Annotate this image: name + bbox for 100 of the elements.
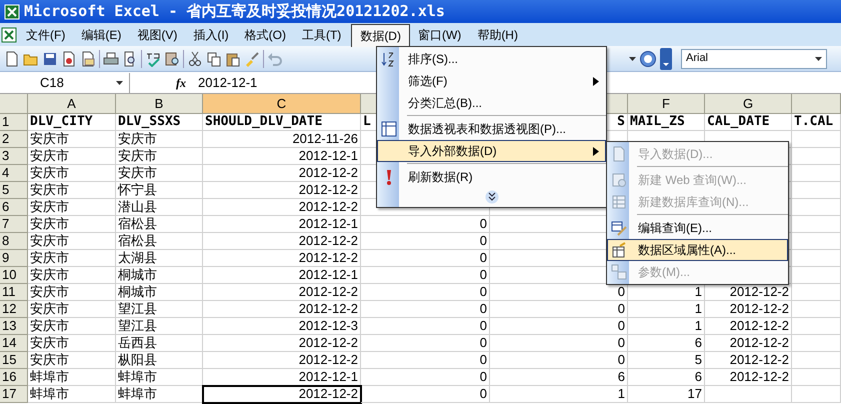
menu-item[interactable]: 编辑查询(E)... — [607, 217, 788, 239]
column-header[interactable]: A — [28, 94, 116, 114]
table-cell: 安庆市 — [116, 131, 203, 148]
table-cell: 2012-12-1 — [203, 369, 361, 386]
menu-item[interactable]: 帮助(H) — [469, 24, 526, 45]
menu-item[interactable]: 格式(O) — [236, 24, 294, 45]
table-cell: 2012-12-2 — [203, 335, 361, 352]
row-header[interactable]: 6 — [0, 199, 28, 216]
row-header[interactable]: 3 — [0, 148, 28, 165]
table-cell: 0 — [490, 301, 628, 318]
row-header[interactable]: 5 — [0, 182, 28, 199]
menu-item[interactable]: 刷新数据(R) — [377, 166, 606, 188]
menu-item: 参数(M)... — [607, 261, 788, 283]
table-cell: 宿松县 — [116, 233, 203, 250]
table-cell: 安庆市 — [28, 284, 116, 301]
table-cell: 2012-12-2 — [203, 284, 361, 301]
table-cell: 2012-11-26 — [203, 131, 361, 148]
row-header[interactable]: 2 — [0, 131, 28, 148]
row-header[interactable]: 9 — [0, 250, 28, 267]
table-cell: 安庆市 — [28, 250, 116, 267]
table-cell: 0 — [361, 250, 490, 267]
table-cell: 0 — [361, 318, 490, 335]
row-header[interactable]: 17 — [0, 386, 28, 403]
table-cell: 2012-12-2 — [203, 182, 361, 199]
row-header[interactable]: 10 — [0, 267, 28, 284]
column-header[interactable]: F — [628, 94, 705, 114]
table-cell: 蚌埠市 — [116, 369, 203, 386]
menu-item[interactable]: 文件(F) — [18, 24, 74, 45]
table-cell: 蚌埠市 — [28, 386, 116, 403]
menu-item[interactable]: 导入外部数据(D) — [377, 140, 606, 162]
menu-item[interactable]: 编辑(E) — [73, 24, 130, 45]
table-cell: 宿松县 — [116, 216, 203, 233]
table-cell: 0 — [490, 335, 628, 352]
row-header[interactable]: 1 — [0, 114, 28, 131]
table-cell: 5 — [628, 352, 705, 369]
menu-item[interactable]: 排序(S)... — [377, 48, 606, 70]
table-cell: 2012-12-2 — [203, 165, 361, 182]
table-cell: 太湖县 — [116, 250, 203, 267]
row-header[interactable]: 13 — [0, 318, 28, 335]
table-cell: 怀宁县 — [116, 182, 203, 199]
table-cell: 安庆市 — [28, 301, 116, 318]
table-cell: 蚌埠市 — [116, 386, 203, 403]
column-header[interactable]: B — [116, 94, 203, 114]
table-cell: 2012-12-1 — [203, 216, 361, 233]
table-cell: 1 — [628, 301, 705, 318]
table-cell: 安庆市 — [28, 267, 116, 284]
table-cell: 0 — [361, 284, 490, 301]
table-cell: 0 — [490, 352, 628, 369]
table-cell: 2012-12-2 — [705, 352, 792, 369]
menu-item[interactable]: 插入(I) — [185, 24, 237, 45]
row-header[interactable]: 16 — [0, 369, 28, 386]
table-cell: 1 — [490, 386, 628, 403]
menu-item: 导入数据(D)... — [607, 143, 788, 165]
menu-item[interactable]: 数据(D) — [351, 24, 410, 47]
table-cell: 安庆市 — [28, 199, 116, 216]
table-cell: 0 — [361, 369, 490, 386]
table-cell: CAL_DATE — [705, 114, 792, 131]
menu-item[interactable]: 分类汇总(B)... — [377, 92, 606, 114]
name-box[interactable]: C18 — [0, 72, 130, 92]
column-header[interactable]: G — [705, 94, 792, 114]
menu-item[interactable]: 数据区域属性(A)... — [607, 239, 788, 261]
table-cell: 6 — [490, 369, 628, 386]
table-cell: SHOULD_DLV_DATE — [203, 114, 361, 131]
table-cell: 0 — [490, 318, 628, 335]
table-cell: 2012-12-2 — [203, 301, 361, 318]
font-name-field[interactable]: Arial — [681, 48, 827, 68]
table-cell: DLV_CITY — [28, 114, 116, 131]
table-cell: 2012-12-2 — [705, 369, 792, 386]
row-header[interactable]: 11 — [0, 284, 28, 301]
table-cell: 桐城市 — [116, 284, 203, 301]
table-cell: 安庆市 — [116, 148, 203, 165]
row-header[interactable]: 7 — [0, 216, 28, 233]
formula-field[interactable]: 2012-12-1 — [198, 72, 258, 92]
table-cell: 安庆市 — [116, 165, 203, 182]
menu-item[interactable]: 视图(V) — [129, 24, 186, 45]
row-header[interactable]: 12 — [0, 301, 28, 318]
table-cell: 望江县 — [116, 301, 203, 318]
row-header[interactable]: 14 — [0, 335, 28, 352]
function-button[interactable]: fx — [176, 74, 186, 92]
table-cell: 2012-12-2 — [203, 233, 361, 250]
table-cell: 2012-12-1 — [203, 148, 361, 165]
table-cell: 2012-12-2 — [203, 386, 361, 403]
table-cell: 0 — [361, 267, 490, 284]
table-cell: 潜山县 — [116, 199, 203, 216]
table-cell: 0 — [361, 386, 490, 403]
menu-item[interactable]: 窗口(W) — [410, 24, 470, 45]
table-cell: 安庆市 — [28, 233, 116, 250]
table-cell: 2012-12-3 — [203, 318, 361, 335]
table-cell: 望江县 — [116, 318, 203, 335]
row-header[interactable]: 8 — [0, 233, 28, 250]
table-cell: 蚌埠市 — [28, 369, 116, 386]
column-header[interactable]: C — [203, 94, 361, 114]
menu-item[interactable]: 工具(T) — [294, 24, 350, 45]
table-cell: MAIL_ZS — [628, 114, 705, 131]
menu-item[interactable]: 筛选(F) — [377, 70, 606, 92]
table-cell: 2012-12-2 — [203, 199, 361, 216]
table-cell: 6 — [628, 369, 705, 386]
table-cell: 安庆市 — [28, 216, 116, 233]
row-header[interactable]: 15 — [0, 352, 28, 369]
row-header[interactable]: 4 — [0, 165, 28, 182]
